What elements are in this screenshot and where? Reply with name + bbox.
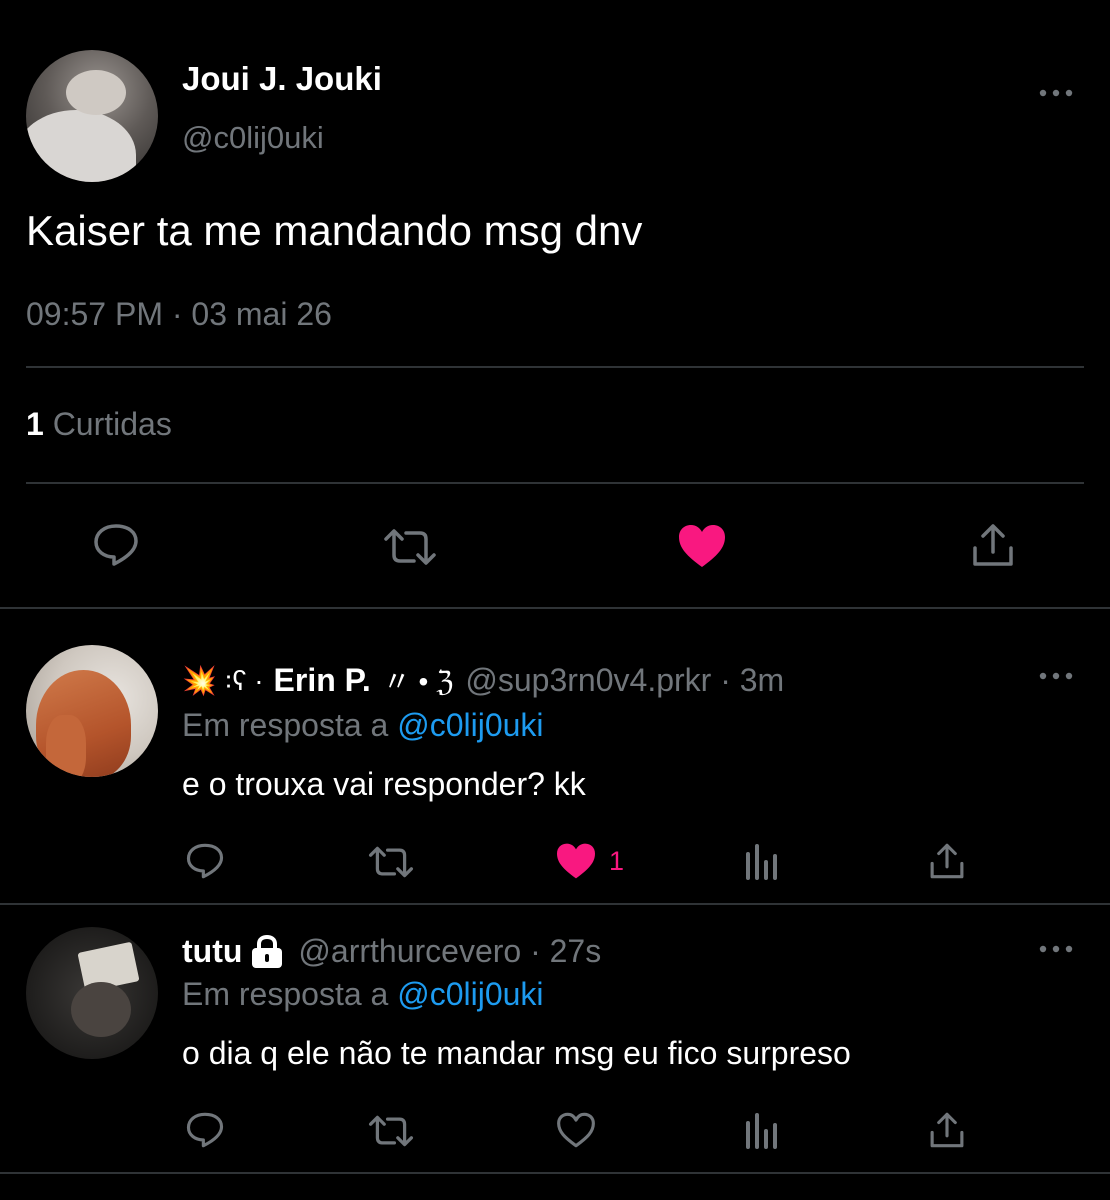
reply-to-label: Em resposta a — [182, 707, 389, 743]
like-count: 1 — [609, 845, 625, 876]
reply-text: o dia q ele não te mandar msg eu fico su… — [182, 1035, 851, 1071]
name-decoration: 〃 • ℨ — [382, 666, 454, 697]
views-icon — [746, 1113, 777, 1149]
reply-button[interactable] — [185, 1111, 225, 1149]
like-button[interactable] — [555, 1111, 609, 1149]
reply-to-label: Em resposta a — [182, 976, 389, 1012]
reply-to-mention[interactable]: @c0lij0uki — [397, 707, 543, 743]
like-button[interactable] — [677, 523, 727, 569]
reply-icon — [186, 1112, 224, 1148]
separator-dot: · — [521, 933, 550, 969]
reply-header: tutu @arrthurcevero · 27s — [182, 933, 601, 970]
avatar[interactable] — [26, 50, 158, 182]
share-button[interactable] — [928, 842, 966, 880]
reply-button[interactable] — [185, 842, 225, 880]
reply-time[interactable]: 27s — [550, 933, 602, 970]
retweet-button[interactable] — [367, 1114, 415, 1148]
share-icon — [973, 524, 1013, 566]
author-handle[interactable]: @c0lij0uki — [182, 120, 324, 156]
share-icon — [930, 1112, 964, 1148]
reply-icon — [186, 843, 224, 879]
heart-icon — [557, 843, 595, 879]
views-button[interactable] — [744, 1113, 780, 1149]
avatar-shape — [66, 70, 126, 115]
reply-header: 💥 ꞉ʕ · Erin P. 〃 • ℨ @sup3rn0v4.prkr · 3… — [182, 660, 784, 700]
avatar-shape — [71, 982, 131, 1037]
divider — [0, 1172, 1110, 1174]
retweet-button[interactable] — [367, 845, 415, 879]
reply-to-line: Em resposta a @c0lij0uki — [182, 976, 544, 1013]
retweet-icon — [368, 1115, 414, 1147]
share-icon — [930, 843, 964, 879]
divider — [0, 607, 1110, 609]
more-icon — [1039, 672, 1073, 680]
views-button[interactable] — [744, 844, 780, 880]
retweet-icon — [384, 529, 436, 565]
likes-summary[interactable]: 1 Curtidas — [26, 406, 172, 443]
retweet-button[interactable] — [382, 527, 438, 567]
avatar[interactable] — [26, 645, 158, 777]
divider — [26, 366, 1084, 368]
reply-button[interactable] — [92, 522, 140, 568]
avatar[interactable] — [26, 927, 158, 1059]
reply-icon — [94, 524, 138, 566]
heart-icon — [679, 525, 725, 567]
avatar-shape — [46, 715, 86, 777]
likes-label: Curtidas — [52, 406, 172, 442]
more-button[interactable] — [1036, 83, 1076, 103]
divider — [0, 903, 1110, 905]
avatar-shape — [26, 110, 136, 182]
tweet-timestamp[interactable]: 09:57 PM · 03 mai 26 — [26, 296, 332, 333]
divider — [26, 482, 1084, 484]
more-button[interactable] — [1036, 939, 1076, 959]
separator-dot: · — [711, 661, 740, 698]
likes-count: 1 — [26, 406, 44, 442]
reply-to-line: Em resposta a @c0lij0uki — [182, 707, 544, 744]
share-button[interactable] — [970, 522, 1016, 568]
more-icon — [1039, 89, 1073, 97]
heart-icon — [557, 1112, 595, 1148]
share-button[interactable] — [928, 1111, 966, 1149]
like-button[interactable]: 1 — [555, 842, 624, 880]
reply-author-handle[interactable]: @arrthurcevero — [298, 933, 521, 970]
tweet-text: Kaiser ta me mandando msg dnv — [26, 207, 643, 254]
reply-author-name[interactable]: tutu — [182, 933, 242, 970]
reply-text: e o trouxa vai responder? kk — [182, 766, 586, 802]
more-icon — [1039, 945, 1073, 953]
retweet-icon — [368, 846, 414, 878]
name-decoration: 💥 ꞉ʕ · — [182, 664, 264, 696]
reply-to-mention[interactable]: @c0lij0uki — [397, 976, 543, 1012]
reply-author-handle[interactable]: @sup3rn0v4.prkr — [465, 662, 711, 699]
lock-icon — [252, 934, 283, 968]
author-name[interactable]: Joui J. Jouki — [182, 60, 382, 98]
views-icon — [746, 844, 777, 880]
more-button[interactable] — [1036, 666, 1076, 686]
reply-author-name[interactable]: Erin P. — [274, 662, 371, 699]
reply-time[interactable]: 3m — [740, 662, 784, 699]
